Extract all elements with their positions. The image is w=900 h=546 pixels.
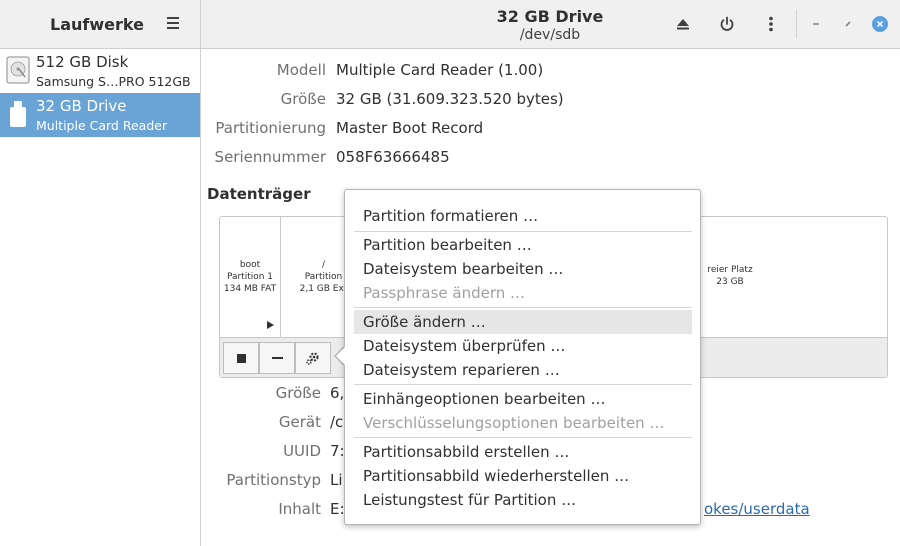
mount-point-link[interactable]: okes/userdata [704,500,810,518]
value-partition-type: Li [330,471,343,489]
free-space-label: reier Platz [707,265,753,275]
menu-item-benchmark[interactable]: Leistungstest für Partition … [354,488,692,512]
free-space-size: 23 GB [716,277,744,287]
menu-item-create-image[interactable]: Partitionsabbild erstellen … [354,440,692,464]
partition-mount: boot [239,260,261,270]
minimize-icon [813,23,819,25]
label-content: Inhalt [278,500,321,518]
close-icon [876,20,884,28]
menu-separator [354,231,692,232]
disk-icon [6,56,30,84]
minus-icon [271,356,283,359]
usb-drive-icon [10,101,26,127]
delete-partition-button[interactable] [259,342,295,374]
drive-device-path: /dev/sdb [519,27,581,43]
sidebar-header: Laufwerke [0,0,201,48]
partition-size: 134 MB FAT [223,284,277,294]
value-partitioning: Master Boot Record [336,119,484,137]
expand-arrow-icon [267,321,274,329]
eject-button[interactable] [673,14,693,34]
label-device: Gerät [278,413,321,431]
drive-list: 512 GB Disk Samsung S…PRO 512GB 32 GB Dr… [0,49,201,546]
close-button[interactable] [872,16,888,32]
label-uuid: UUID [283,442,321,460]
drive-menu-button[interactable] [761,14,781,34]
menu-item-resize[interactable]: Größe ändern … [354,310,692,334]
menu-item-restore-image[interactable]: Partitionsabbild wiederherstellen … [354,464,692,488]
menu-item-edit-partition[interactable]: Partition bearbeiten … [354,233,692,257]
eject-icon [677,19,689,30]
value-uuid: 7: [330,442,345,460]
value-size: 32 GB (31.609.323.520 bytes) [336,90,564,108]
free-space[interactable]: reier Platz 23 GB [690,217,770,337]
label-partition-type: Partitionstyp [226,471,321,489]
menu-separator [354,384,692,385]
label-model: Modell [276,61,326,79]
minimize-button[interactable] [808,16,824,32]
menu-item-check-filesystem[interactable]: Dateisystem überprüfen … [354,334,692,358]
menu-separator [354,307,692,308]
menu-item-change-passphrase: Passphrase ändern … [363,284,526,302]
vertical-dots-icon [769,16,773,32]
header-bar: Laufwerke 32 GB Drive /dev/sdb [0,0,900,49]
partition-options-menu: Partition formatieren … Partition bearbe… [344,189,701,525]
drive-name: 32 GB Drive [36,97,127,115]
menu-item-edit-encryption-options: Verschlüsselungsoptionen bearbeiten … [363,414,665,432]
value-device: /c [330,413,344,431]
hamburger-menu-icon[interactable] [167,17,179,29]
stop-button[interactable] [223,342,259,374]
value-serial: 058F63666485 [336,148,450,166]
value-model: Multiple Card Reader (1.00) [336,61,544,79]
sidebar-item-512gb-disk[interactable]: 512 GB Disk Samsung S…PRO 512GB [0,49,200,93]
power-icon [720,16,734,31]
stop-icon [236,353,246,363]
menu-item-repair-filesystem[interactable]: Dateisystem reparieren … [354,358,692,382]
label-serial: Seriennummer [214,148,326,166]
drive-model: Multiple Card Reader [36,118,168,133]
drive-model: Samsung S…PRO 512GB [36,74,191,89]
menu-item-format-partition[interactable]: Partition formatieren … [354,204,692,228]
header-divider [796,10,797,38]
gear-icon [306,352,319,365]
menu-pointer-fill [336,347,345,365]
label-partition-size: Größe [275,384,321,402]
volumes-heading: Datenträger [207,185,311,203]
sidebar-item-32gb-drive[interactable]: 32 GB Drive Multiple Card Reader [0,93,200,137]
value-partition-size: 6, [330,384,345,402]
maximize-icon [845,21,851,27]
drive-name: 512 GB Disk [36,53,129,71]
drive-title: 32 GB Drive [496,7,604,26]
app-title: Laufwerke [50,15,144,34]
partition-number: Partition 1 [226,272,274,282]
label-partitioning: Partitionierung [215,119,326,137]
menu-item-edit-filesystem[interactable]: Dateisystem bearbeiten … [354,257,692,281]
partition-options-button[interactable] [295,342,331,374]
power-off-button[interactable] [717,14,737,34]
maximize-button[interactable] [840,16,856,32]
menu-separator [354,437,692,438]
label-size: Größe [280,90,326,108]
partition-boot[interactable]: boot Partition 1 134 MB FAT [220,217,281,337]
menu-item-edit-mount-options[interactable]: Einhängeoptionen bearbeiten … [354,387,692,411]
value-content: E: [330,500,345,518]
